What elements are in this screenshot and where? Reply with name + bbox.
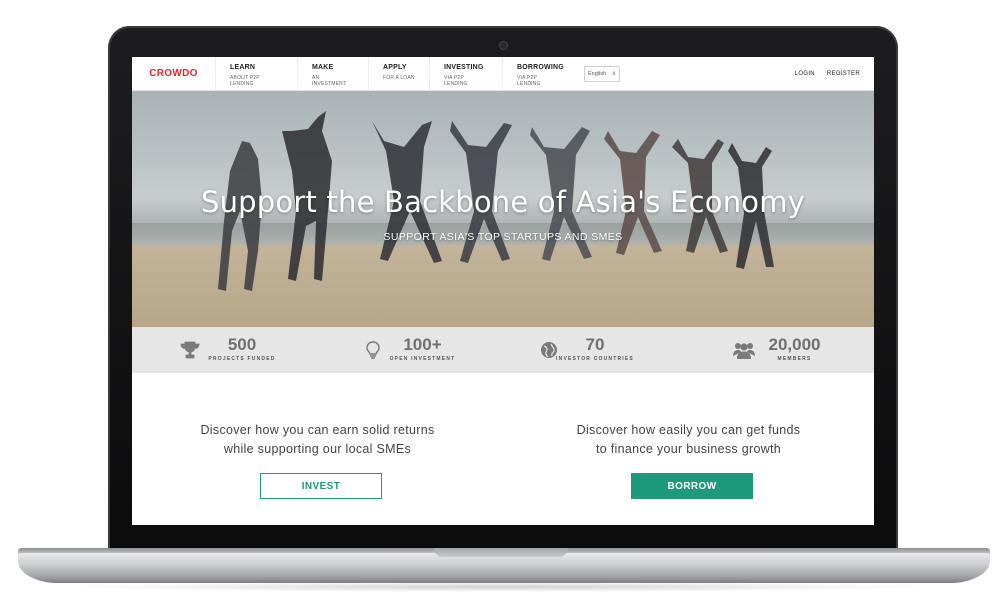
borrow-panel: Discover how easily you can get funds to… [503,373,874,525]
stat-value: 70 [585,335,605,354]
select-caret-icon: ⇕ [611,70,616,77]
nav-title: INVESTING [444,63,484,71]
stat-label: OPEN INVESTMENT [389,356,456,362]
borrow-line-1: Discover how easily you can get funds [576,423,801,437]
invest-line-1: Discover how you can earn solid returns [200,423,435,437]
stat-members: 20,000 MEMBERS [689,327,875,373]
hero-title: Support the Backbone of Asia's Economy [200,185,806,219]
nav-subtitle: VIA P2P LENDING [517,74,541,87]
stat-label: PROJECTS FUNDED [208,356,276,362]
stat-investor-countries: 70 INVESTOR COUNTRIES [503,327,689,373]
stats-bar: 500 PROJECTS FUNDED 100+ OPEN INVESTMENT… [132,327,874,373]
stat-projects-funded: 500 PROJECTS FUNDED [132,327,318,373]
stat-open-investment: 100+ OPEN INVESTMENT [318,327,504,373]
nav-subtitle: FOR A LOAN [383,74,415,81]
nav-item-make[interactable]: MAKE AN INVESTMENT [298,57,369,91]
stat-label: INVESTOR COUNTRIES [556,356,634,362]
invest-line-2: while supporting our local SMEs [223,442,412,456]
nav-title: LEARN [230,63,256,71]
nav-subtitle: VIA P2P LENDING [444,74,468,87]
stat-value: 500 [227,335,257,354]
crowdo-logo[interactable]: CROWDO [132,57,216,91]
hero-banner: Support the Backbone of Asia's Economy S… [132,91,874,327]
borrow-line-2: to finance your business growth [595,442,782,456]
stat-label: MEMBERS [777,356,812,362]
login-link[interactable]: LOGIN [795,71,815,77]
language-value: English [588,70,607,77]
stat-value: 20,000 [768,335,821,354]
laptop-base [18,553,990,583]
laptop-shadow [60,582,940,592]
camera-icon [500,42,507,49]
stat-value: 100+ [403,335,442,354]
language-select[interactable]: English ⇕ [584,65,620,82]
nav-subtitle: ABOUT P2P LENDING [230,74,260,87]
nav-item-investing[interactable]: INVESTING VIA P2P LENDING [430,57,503,91]
invest-description: Discover how you can earn solid returns … [132,421,503,459]
nav-subtitle: AN INVESTMENT [312,74,347,87]
hero-subtitle: SUPPORT ASIA'S TOP STARTUPS AND SMES [383,231,623,243]
auth-links: LOGIN REGISTER [795,57,860,91]
laptop-screen: CROWDO LEARN ABOUT P2P LENDING MAKE AN I… [132,57,874,525]
invest-panel: Discover how you can earn solid returns … [132,373,503,525]
nav-title: BORROWING [517,63,564,71]
nav-title: MAKE [312,63,334,71]
top-navbar: CROWDO LEARN ABOUT P2P LENDING MAKE AN I… [132,57,874,91]
invest-button[interactable]: INVEST [260,473,382,499]
nav-item-apply[interactable]: APPLY FOR A LOAN [369,57,430,91]
nav-item-learn[interactable]: LEARN ABOUT P2P LENDING [216,57,298,91]
register-link[interactable]: REGISTER [827,71,860,77]
nav-item-borrowing[interactable]: BORROWING VIA P2P LENDING [503,57,576,91]
borrow-button[interactable]: BORROW [631,473,753,499]
call-to-action-section: Discover how you can earn solid returns … [132,373,874,525]
laptop-notch [434,548,568,557]
nav-title: APPLY [383,63,407,71]
borrow-description: Discover how easily you can get funds to… [503,421,874,459]
